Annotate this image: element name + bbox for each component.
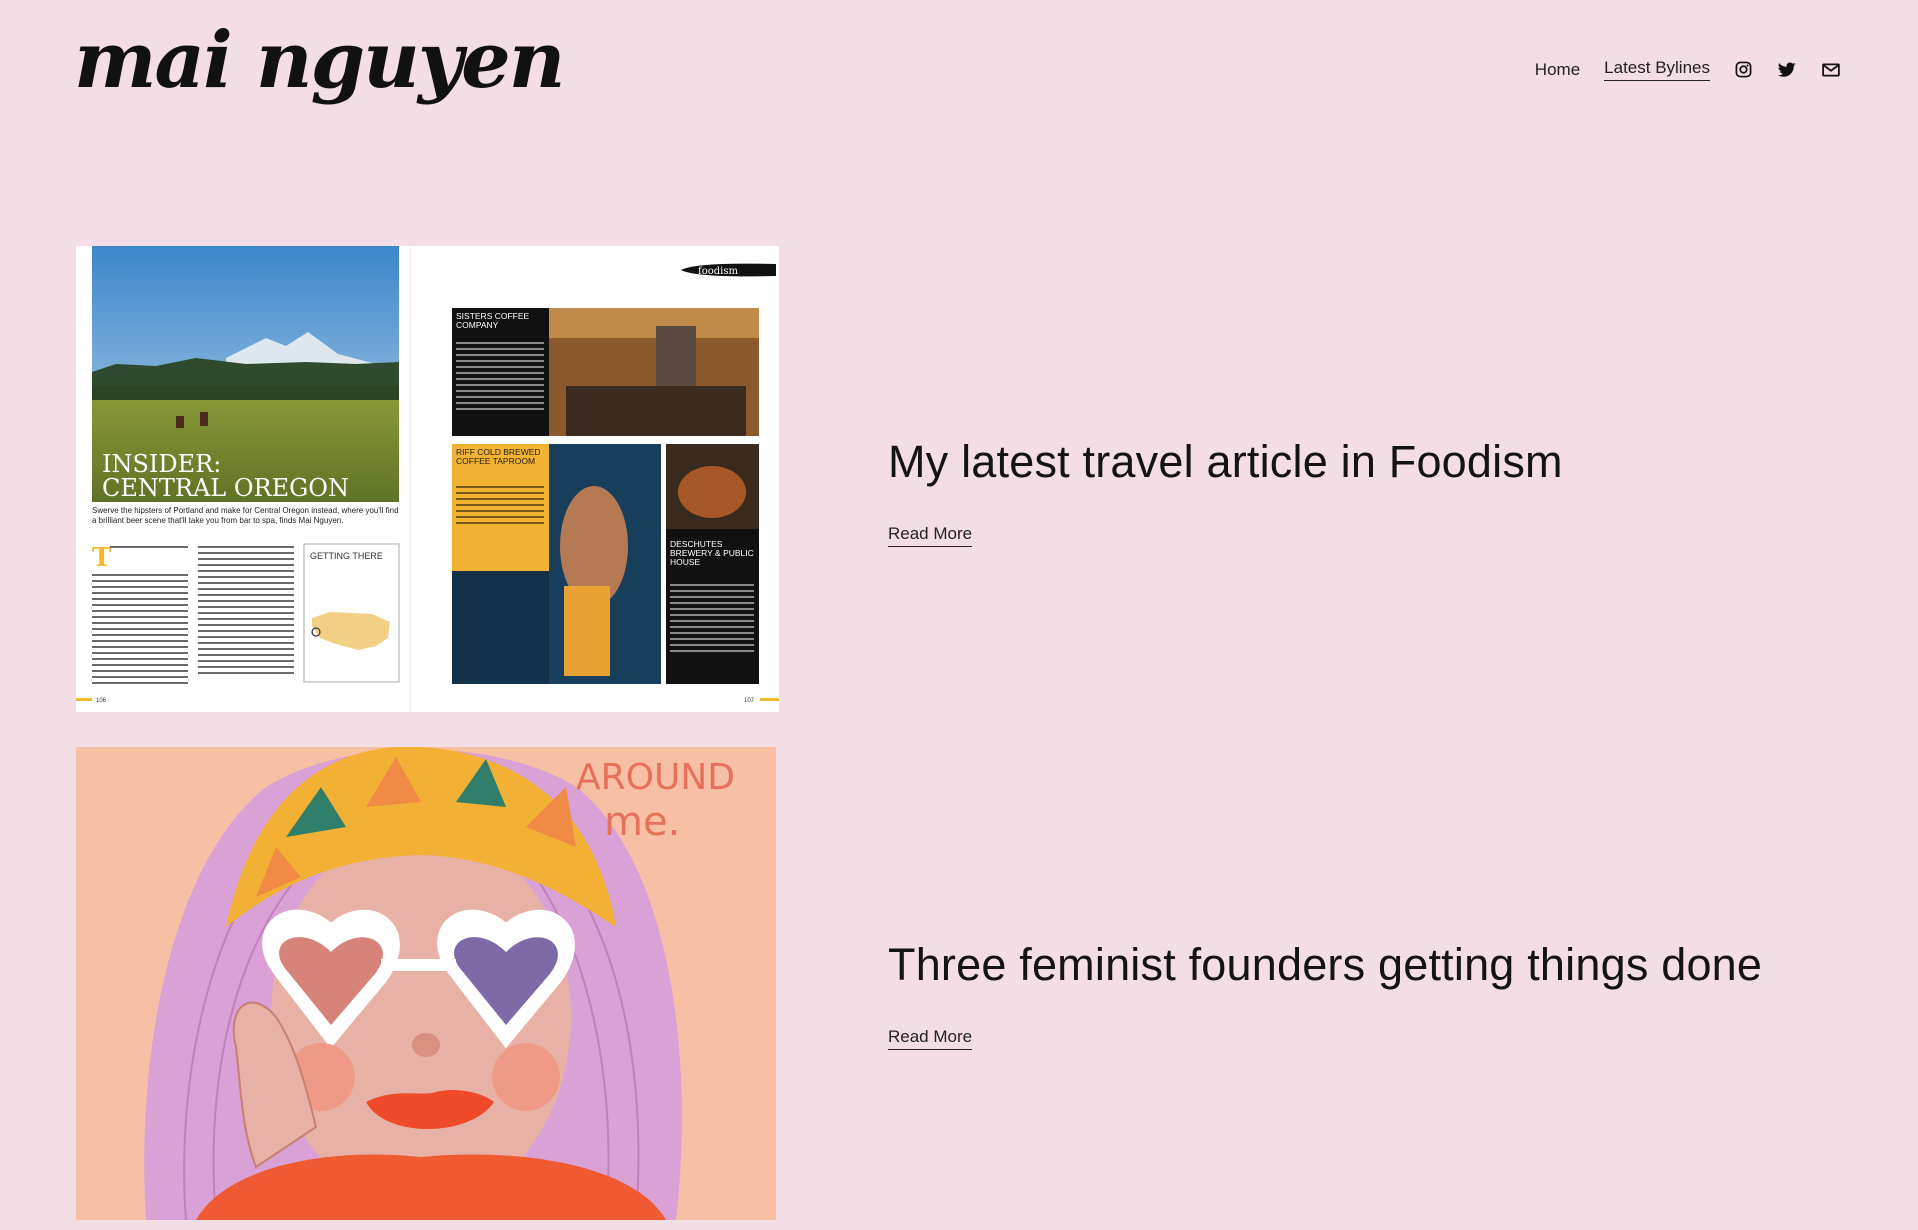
post-thumbnail[interactable]: INSIDER: CENTRAL OREGON Swerve the hipst… — [76, 246, 779, 712]
site-header: mai nguyen Home Latest Bylines — [0, 0, 1918, 160]
page-number-right: 107 — [744, 698, 755, 704]
post-title[interactable]: Three feminist founders getting things d… — [888, 939, 1762, 991]
read-more-link[interactable]: Read More — [888, 524, 973, 547]
svg-text:T: T — [92, 543, 112, 573]
twitter-icon[interactable] — [1776, 59, 1798, 81]
nav-home-link[interactable]: Home — [1535, 60, 1580, 80]
illustration-lettering-line2: me. — [604, 799, 680, 845]
post-text: Three feminist founders getting things d… — [888, 939, 1762, 1050]
read-more-link[interactable]: Read More — [888, 1027, 973, 1050]
post-thumbnail[interactable]: AROUND me. — [76, 747, 776, 1220]
magazine-standfirst: Swerve the hipsters of Portland and make… — [92, 506, 399, 525]
post-title[interactable]: My latest travel article in Foodism — [888, 436, 1563, 488]
post-entry: AROUND me. Three feminist founders getti… — [76, 747, 1876, 1220]
magazine-spread-image: INSIDER: CENTRAL OREGON Swerve the hipst… — [76, 246, 779, 712]
sisters-coffee-title: SISTERS COFFEE COMPANY — [456, 312, 530, 330]
site-logo[interactable]: mai nguyen — [74, 22, 565, 100]
magazine-headline-line2: CENTRAL OREGON — [102, 474, 349, 502]
instagram-icon[interactable] — [1732, 59, 1754, 81]
page-number-left: 106 — [96, 698, 107, 704]
illustration-lettering-line1: AROUND — [576, 757, 735, 798]
post-text: My latest travel article in Foodism Read… — [888, 436, 1563, 547]
riff-cold-brew-title: RIFF COLD BREWED COFFEE TAPROOM — [456, 448, 541, 466]
illustration-image: AROUND me. — [76, 747, 776, 1220]
email-icon[interactable] — [1820, 59, 1842, 81]
post-entry: INSIDER: CENTRAL OREGON Swerve the hipst… — [76, 246, 1876, 712]
getting-there-label: GETTING THERE — [310, 551, 383, 561]
nav-latest-bylines-link[interactable]: Latest Bylines — [1604, 58, 1710, 81]
foodism-logo: foodism — [698, 266, 738, 277]
main-nav: Home Latest Bylines — [1535, 58, 1842, 81]
deschutes-brewery-title: DESCHUTES BREWERY & PUBLIC HOUSE — [670, 540, 754, 567]
